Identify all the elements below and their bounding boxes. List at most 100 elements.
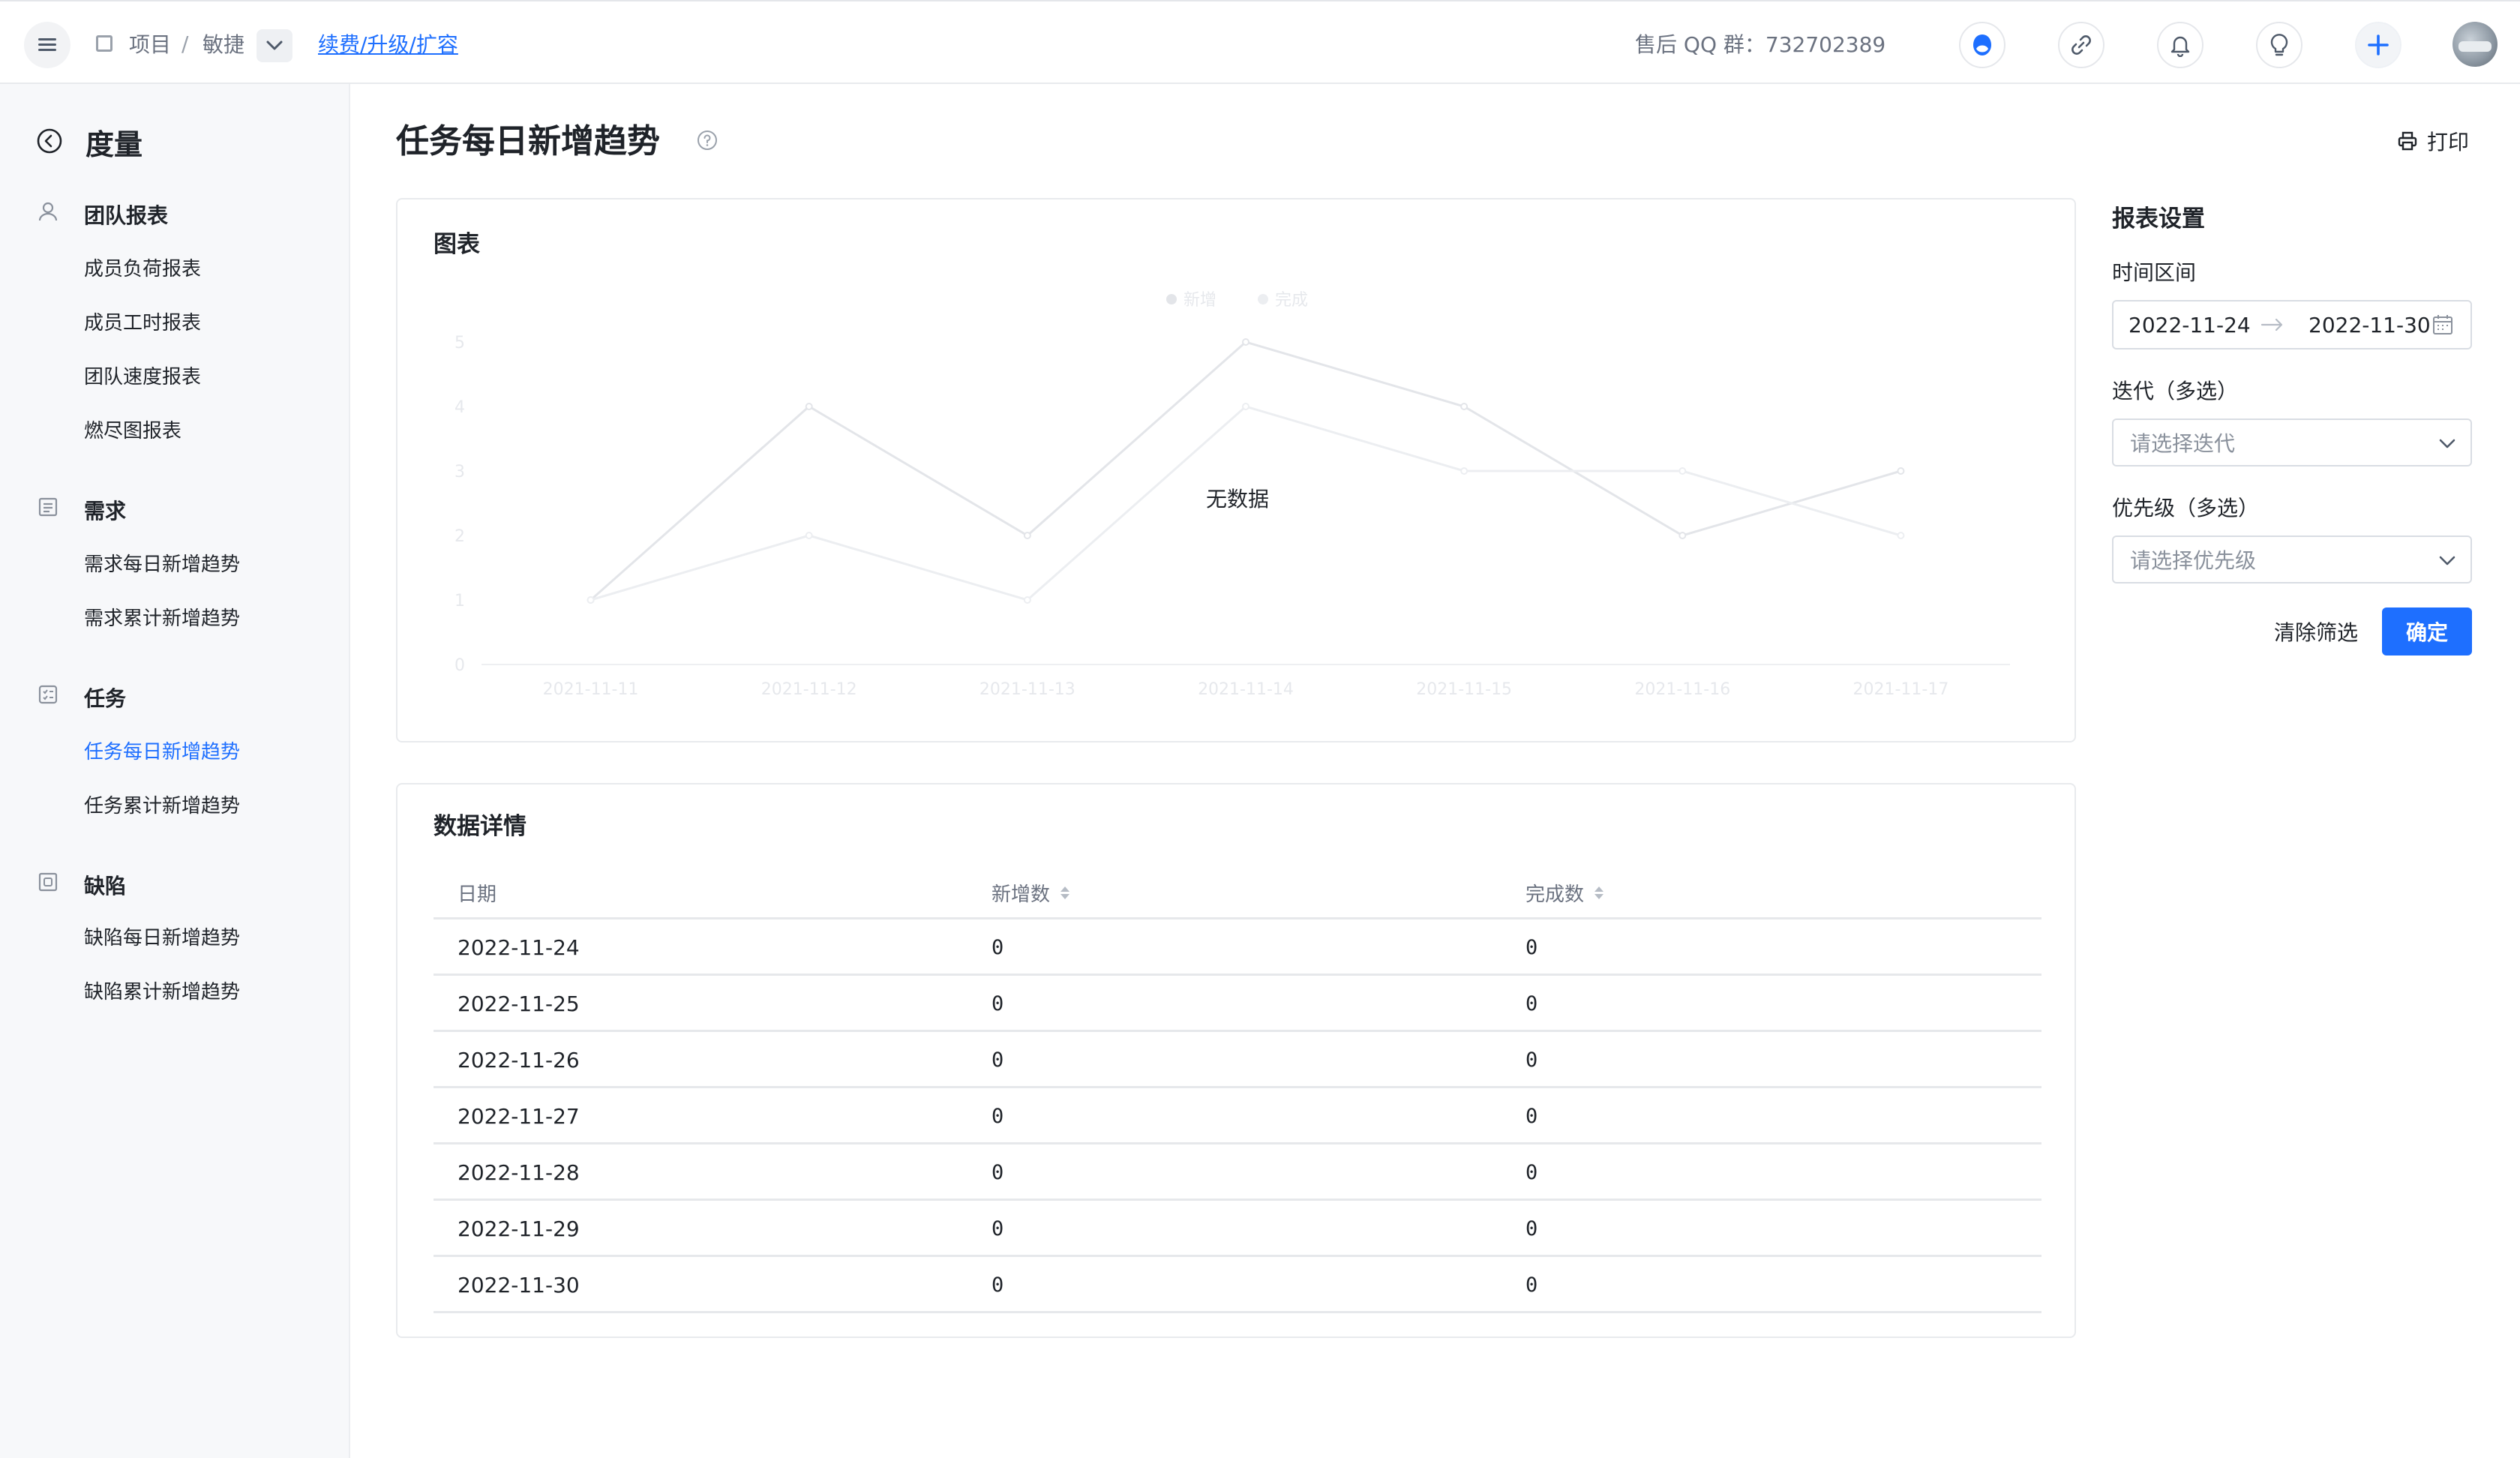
iteration-select[interactable]: 请选择迭代 [2112, 418, 2472, 466]
back-icon[interactable] [36, 128, 63, 154]
x-tick-label: 2021-11-11 [543, 680, 639, 699]
link-button[interactable] [2058, 22, 2104, 68]
data-point [1897, 467, 1905, 475]
sidebar-item-member-load[interactable]: 成员负荷报表 [84, 254, 201, 281]
y-tick-label: 4 [454, 398, 465, 417]
renew-upgrade-link[interactable]: 续费/升级/扩容 [318, 2, 458, 86]
menu-button[interactable] [24, 22, 70, 68]
y-tick-label: 3 [454, 463, 465, 482]
cell-done-count: 0 [1526, 936, 1538, 959]
y-tick-label: 0 [454, 656, 465, 675]
cell-date: 2022-11-28 [458, 1160, 580, 1185]
cell-done-count: 0 [1526, 992, 1538, 1016]
chevron-down-icon [2439, 556, 2456, 566]
cell-new-count: 0 [992, 1048, 1004, 1072]
y-tick-label: 2 [454, 527, 465, 546]
breadcrumb-separator: / [182, 31, 189, 56]
start-date[interactable]: 2022-11-24 [2128, 302, 2251, 348]
data-point [1460, 467, 1468, 475]
create-button[interactable] [2355, 22, 2402, 68]
sidebar-item-req-cumulative[interactable]: 需求累计新增趋势 [84, 603, 240, 631]
calendar-icon[interactable] [2432, 314, 2454, 336]
y-tick-label: 5 [454, 334, 465, 352]
print-button[interactable]: 打印 [2397, 126, 2469, 156]
sidebar-item-task-daily[interactable]: 任务每日新增趋势 [84, 736, 240, 764]
data-point [1023, 596, 1031, 604]
data-point [1023, 532, 1031, 539]
data-table: 日期 新增数 完成数 2022-11-24 0 0 2022-11-25 0 0 2022-… [434, 866, 2042, 1313]
user-avatar[interactable] [2452, 22, 2498, 67]
data-point [1242, 403, 1250, 410]
breadcrumb-agile[interactable]: 敏捷 [202, 2, 244, 86]
menu-icon [38, 38, 56, 52]
iteration-label: 迭代（多选） [2112, 379, 2239, 404]
bulb-icon [2270, 34, 2288, 56]
tips-button[interactable] [2256, 22, 2302, 68]
table-row: 2022-11-26 0 0 [434, 1032, 2042, 1088]
sidebar: 度量 团队报表 成员负荷报表 成员工时报表 团队速度报表 燃尽图报表 需求 需求… [0, 84, 350, 1458]
table-row: 2022-11-29 0 0 [434, 1201, 2042, 1257]
sidebar-item-burndown[interactable]: 燃尽图报表 [84, 416, 182, 443]
project-icon [96, 2, 112, 86]
cell-new-count: 0 [992, 1217, 1004, 1240]
sort-icon[interactable] [1594, 886, 1604, 899]
cell-date: 2022-11-24 [458, 935, 580, 960]
chart-card: 图表 0 1 2 3 4 5 2021-11-11 2021-11-12 2021-11-13 2… [396, 198, 2076, 742]
sidebar-item-task-cumulative[interactable]: 任务累计新增趋势 [84, 790, 240, 818]
support-qq-group: 售后 QQ 群：732702389 [1635, 32, 1886, 57]
breadcrumb-project[interactable]: 项目 [129, 2, 171, 86]
legend-label: 新增 [1184, 291, 1216, 310]
project-switch-dropdown[interactable] [256, 29, 292, 62]
sidebar-section-tasks: 任务 [84, 686, 127, 711]
column-done-count[interactable]: 完成数 [1526, 866, 1604, 920]
cell-done-count: 0 [1526, 1217, 1538, 1240]
confirm-button[interactable]: 确定 [2382, 608, 2472, 656]
data-point [586, 596, 595, 604]
priority-select[interactable]: 请选择优先级 [2112, 536, 2472, 584]
iteration-placeholder: 请选择迭代 [2130, 431, 2236, 456]
cell-new-count: 0 [992, 1105, 1004, 1128]
brand-button[interactable] [1959, 22, 2006, 68]
end-date[interactable]: 2022-11-30 [2308, 302, 2431, 348]
cell-new-count: 0 [992, 1161, 1004, 1184]
legend-marker [1258, 294, 1268, 304]
document-icon [38, 497, 58, 517]
sidebar-section-defects: 缺陷 [84, 874, 127, 898]
help-icon[interactable] [696, 129, 718, 152]
cell-date: 2022-11-26 [458, 1048, 580, 1072]
plus-icon [2368, 34, 2389, 56]
detail-card-title: 数据详情 [434, 813, 526, 840]
column-date: 日期 [458, 883, 497, 906]
chevron-down-icon [2439, 439, 2456, 448]
top-bar: 项目 / 敏捷 续费/升级/扩容 售后 QQ 群：732702389 [0, 0, 2520, 84]
clear-filters-button[interactable]: 清除筛选 [2274, 608, 2358, 656]
table-row: 2022-11-24 0 0 [434, 920, 2042, 976]
sidebar-item-req-daily[interactable]: 需求每日新增趋势 [84, 549, 240, 577]
sidebar-item-defect-cumulative[interactable]: 缺陷累计新增趋势 [84, 976, 240, 1004]
trend-chart: 0 1 2 3 4 5 2021-11-11 2021-11-12 2021-11-13 2021… [454, 291, 2010, 699]
x-tick-label: 2021-11-16 [1634, 680, 1730, 699]
data-point [805, 532, 813, 539]
series-line-0 [590, 340, 1901, 602]
table-row: 2022-11-25 0 0 [434, 976, 2042, 1032]
sort-icon[interactable] [1060, 886, 1070, 899]
page-title: 任务每日新增趋势 [396, 122, 660, 160]
sidebar-item-team-velocity[interactable]: 团队速度报表 [84, 362, 201, 389]
sidebar-item-defect-daily[interactable]: 缺陷每日新增趋势 [84, 922, 240, 950]
data-point [805, 403, 813, 410]
column-new-count[interactable]: 新增数 [992, 866, 1070, 920]
sidebar-item-member-hours[interactable]: 成员工时报表 [84, 308, 201, 335]
data-point [1897, 532, 1905, 539]
print-label: 打印 [2427, 130, 2470, 154]
data-detail-card: 数据详情 日期 新增数 完成数 2022-11-24 0 0 2022-11-25 0 0… [396, 783, 2076, 1338]
bug-icon [38, 872, 58, 892]
data-point [1460, 403, 1468, 410]
date-range-picker[interactable]: 2022-11-24 2022-11-30 [2112, 300, 2472, 350]
cell-done-count: 0 [1526, 1105, 1538, 1128]
notification-button[interactable] [2157, 22, 2204, 68]
cell-new-count: 0 [992, 936, 1004, 959]
bell-icon [2170, 36, 2190, 57]
cell-new-count: 0 [992, 1274, 1004, 1297]
x-tick-label: 2021-11-13 [980, 680, 1076, 699]
table-row: 2022-11-30 0 0 [434, 1257, 2042, 1313]
